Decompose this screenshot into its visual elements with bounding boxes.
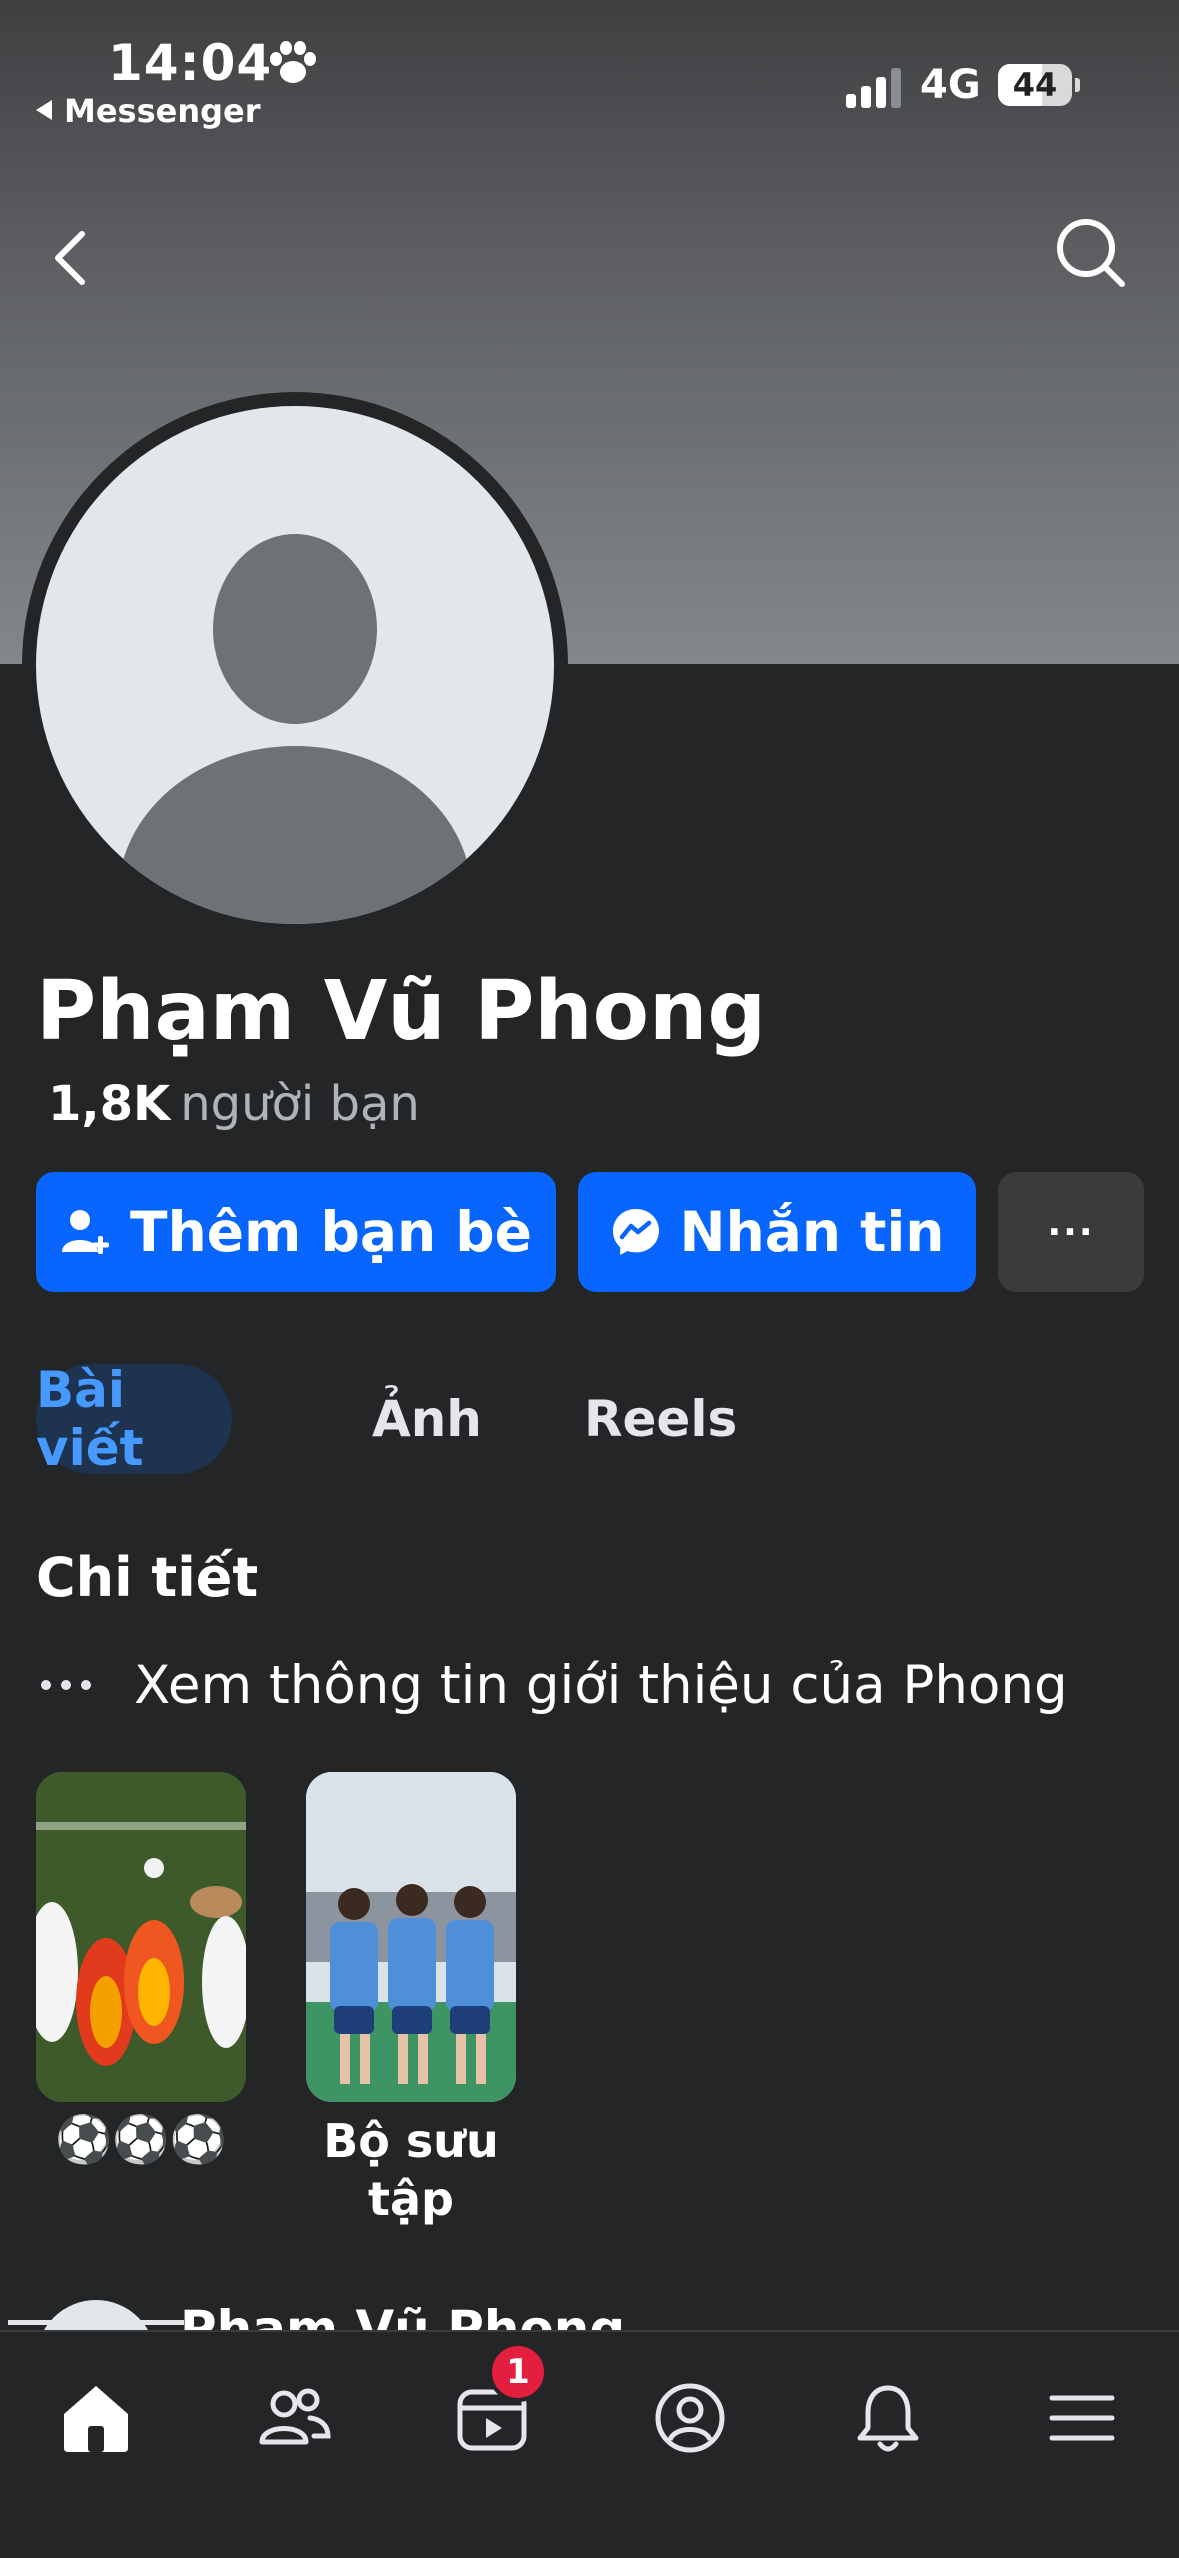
messenger-icon: [612, 1209, 659, 1255]
highlight-image: [36, 1772, 246, 2102]
add-friend-button[interactable]: Thêm bạn bè: [36, 1172, 556, 1292]
paw-icon: [270, 41, 316, 83]
highlight-thumbnail[interactable]: [36, 1772, 246, 2102]
details-heading: Chi tiết: [36, 1546, 259, 1609]
add-friend-label: Thêm bạn bè: [130, 1200, 532, 1264]
bottom-tab-bar: [0, 2330, 1179, 2558]
highlight-thumbnail[interactable]: [306, 1772, 516, 2102]
intro-link-label: Xem thông tin giới thiệu của Phong: [134, 1654, 1068, 1716]
tab-photos[interactable]: Ảnh: [372, 1364, 482, 1474]
search-icon[interactable]: [1052, 214, 1132, 294]
post-author: Phạm Vũ Phong: [180, 2300, 626, 2334]
signal-icon: [846, 68, 901, 108]
friends-count[interactable]: 1,8K người bạn: [48, 1076, 420, 1132]
message-label: Nhắn tin: [679, 1200, 945, 1264]
tab-photos-label: Ảnh: [372, 1390, 482, 1448]
profile-icon: [655, 2383, 725, 2453]
battery-icon: 44: [998, 64, 1080, 106]
tab-profile[interactable]: [640, 2368, 740, 2468]
tab-friends[interactable]: [244, 2368, 344, 2468]
intro-link[interactable]: Xem thông tin giới thiệu của Phong: [36, 1650, 1068, 1720]
tab-reels-label: Reels: [584, 1390, 738, 1448]
more-dots-icon: [41, 1680, 91, 1690]
tab-posts-label: Bài viết: [36, 1361, 144, 1477]
network-type: 4G: [920, 62, 981, 108]
tab-home[interactable]: [46, 2368, 146, 2468]
bell-icon: [857, 2385, 919, 2452]
more-options-button[interactable]: ···: [998, 1172, 1144, 1292]
highlight-caption: ⚽⚽⚽: [55, 2112, 227, 2166]
friends-count-number: 1,8K: [48, 1076, 171, 1132]
video-notification-badge: 1: [488, 2342, 548, 2402]
friends-count-label: người bạn: [180, 1076, 420, 1132]
menu-icon: [1049, 2395, 1115, 2441]
avatar-body-silhouette: [118, 746, 472, 924]
status-time: 14:04: [108, 34, 273, 92]
back-triangle-icon: [36, 100, 52, 120]
home-icon: [64, 2386, 128, 2452]
tab-reels[interactable]: Reels: [584, 1364, 737, 1474]
back-chevron-icon[interactable]: [40, 218, 100, 298]
profile-name: Phạm Vũ Phong: [36, 964, 767, 1059]
highlight-caption: Bộ sưu tập: [323, 2114, 499, 2226]
tab-posts[interactable]: Bài viết: [36, 1361, 232, 1477]
avatar[interactable]: [36, 406, 554, 924]
tab-notifications[interactable]: [838, 2368, 938, 2468]
friends-icon: [259, 2388, 331, 2445]
back-to-messenger[interactable]: Messenger: [36, 92, 261, 130]
message-button[interactable]: Nhắn tin: [578, 1172, 976, 1292]
battery-level: 44: [1012, 66, 1058, 104]
back-app-label: Messenger: [64, 92, 261, 130]
status-bar: 14:04 Messenger 4G 44: [0, 0, 1179, 140]
avatar: [36, 2300, 156, 2334]
post-preview[interactable]: Phạm Vũ Phong: [0, 2300, 1179, 2334]
avatar-head-silhouette: [213, 534, 377, 724]
divider: [8, 2320, 184, 2325]
more-dots-icon: ···: [1047, 1211, 1095, 1253]
add-person-icon: [62, 1210, 110, 1254]
highlight-image: [306, 1772, 516, 2102]
tab-menu[interactable]: [1032, 2368, 1132, 2468]
